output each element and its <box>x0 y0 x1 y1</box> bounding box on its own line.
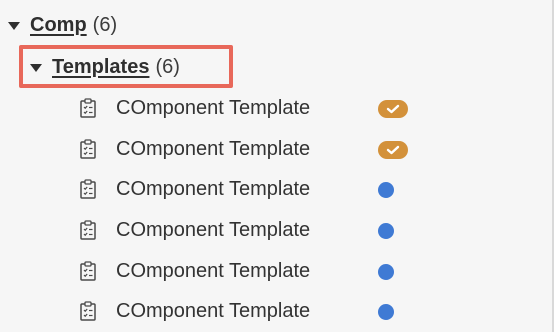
checkmark-badge-icon <box>378 100 408 118</box>
tree-node-templates[interactable]: Templates (6) <box>30 56 180 79</box>
caret-down-icon[interactable] <box>8 21 20 30</box>
template-list-item[interactable]: COmponent Template <box>80 174 420 204</box>
checkmark-badge-icon <box>378 141 408 159</box>
status-dot-icon <box>378 223 394 239</box>
caret-down-icon[interactable] <box>30 63 42 72</box>
template-list-item[interactable]: COmponent Template <box>80 134 420 164</box>
template-icon <box>80 220 96 240</box>
template-icon <box>80 261 96 281</box>
template-icon <box>80 179 96 199</box>
template-name[interactable]: COmponent Template <box>116 138 310 161</box>
tree-node-comp[interactable]: Comp (6) <box>8 14 117 37</box>
status-dot-icon <box>378 182 394 198</box>
template-name[interactable]: COmponent Template <box>116 260 310 283</box>
template-list-item[interactable]: COmponent Template <box>80 296 420 326</box>
tree-node-comp-count: (6) <box>92 14 118 36</box>
template-icon <box>80 301 96 321</box>
template-list-item[interactable]: COmponent Template <box>80 93 420 123</box>
template-list-item[interactable]: COmponent Template <box>80 256 420 286</box>
template-list-item[interactable]: COmponent Template <box>80 215 420 245</box>
template-icon <box>80 98 96 118</box>
clipped-previous-row <box>20 0 200 2</box>
template-name[interactable]: COmponent Template <box>116 219 310 242</box>
template-name[interactable]: COmponent Template <box>116 178 310 201</box>
template-icon <box>80 139 96 159</box>
template-name[interactable]: COmponent Template <box>116 97 310 120</box>
tree-node-templates-count: (6) <box>155 56 180 78</box>
status-dot-icon <box>378 264 394 280</box>
status-dot-icon <box>378 304 394 320</box>
template-name[interactable]: COmponent Template <box>116 300 310 323</box>
tree-node-comp-label[interactable]: Comp <box>30 14 87 37</box>
tree-node-templates-label[interactable]: Templates <box>52 56 149 79</box>
